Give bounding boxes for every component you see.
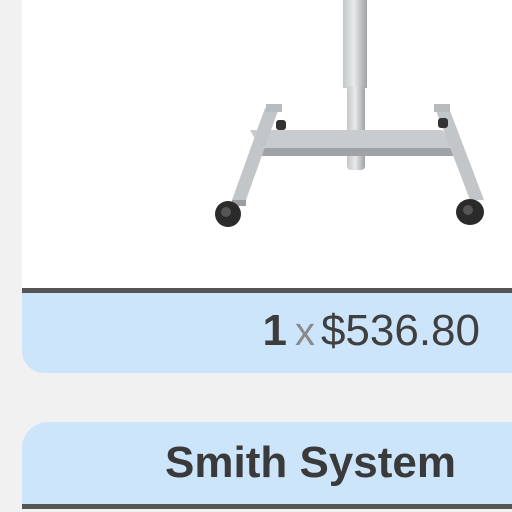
unit-price: $536.80 (320, 306, 480, 355)
next-product-card[interactable]: Smith System (22, 422, 512, 504)
price-summary: 1 x $536.80 (22, 293, 512, 373)
product-image[interactable] (22, 0, 512, 288)
quantity-value: 1 (262, 306, 287, 355)
desk-base-icon (215, 0, 484, 227)
brand-divider (22, 504, 512, 509)
brand-title: Smith System (165, 438, 456, 487)
times-sign: x (294, 310, 315, 354)
price-line: 1 x $536.80 (262, 307, 480, 355)
